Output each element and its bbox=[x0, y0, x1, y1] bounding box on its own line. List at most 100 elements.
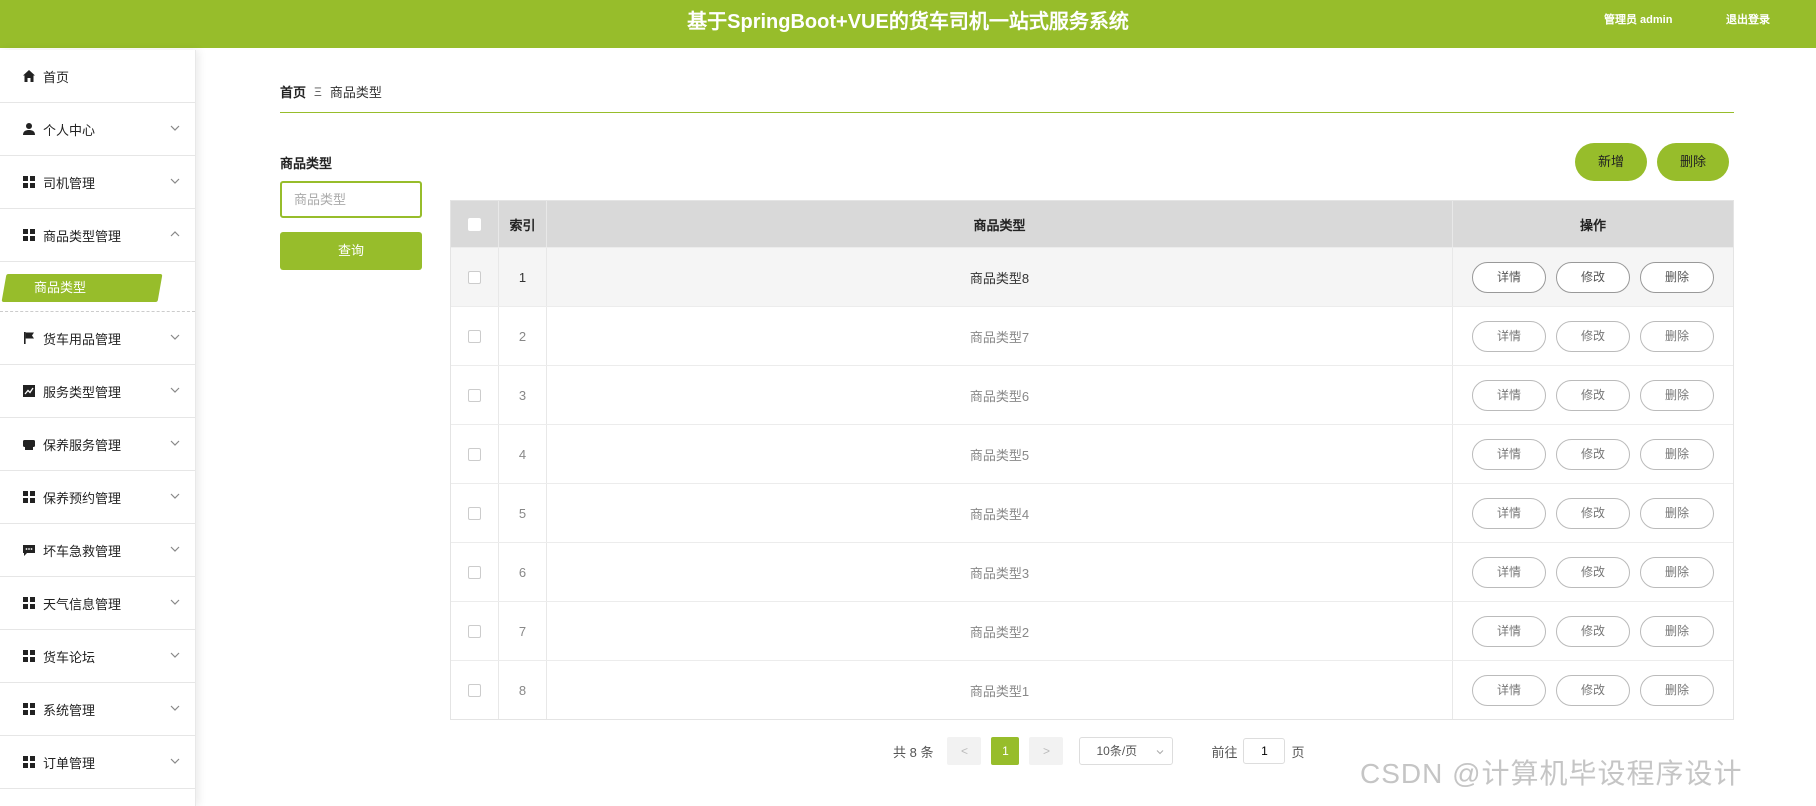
sidebar-item-truck-forum[interactable]: 货车论坛 bbox=[0, 630, 195, 683]
detail-button[interactable]: 详情 bbox=[1472, 379, 1546, 411]
delete-button[interactable]: 删除 bbox=[1640, 556, 1714, 588]
table-row: 5 商品类型4 详情 修改 删除 bbox=[451, 483, 1733, 542]
row-operations: 详情 修改 删除 bbox=[1453, 484, 1733, 542]
edit-button[interactable]: 修改 bbox=[1556, 438, 1630, 470]
detail-button[interactable]: 详情 bbox=[1472, 497, 1546, 529]
add-button[interactable]: 新增 bbox=[1575, 143, 1647, 181]
pagination: 共 8 条 < 1 > 10条/页 前往 页 bbox=[893, 737, 1305, 765]
sidebar-item-weather-info-management[interactable]: 天气信息管理 bbox=[0, 577, 195, 630]
edit-button[interactable]: 修改 bbox=[1556, 379, 1630, 411]
page-size-select[interactable]: 10条/页 bbox=[1079, 737, 1174, 765]
sidebar-item-home[interactable]: 首页 bbox=[0, 50, 195, 103]
row-goods-type: 商品类型8 bbox=[547, 248, 1453, 306]
home-icon bbox=[22, 69, 36, 83]
row-checkbox[interactable] bbox=[468, 683, 481, 697]
chat-icon bbox=[22, 543, 36, 557]
detail-button[interactable]: 详情 bbox=[1472, 261, 1546, 293]
sidebar-item-label: 天气信息管理 bbox=[43, 596, 122, 612]
sidebar-item-service-type-management[interactable]: 服务类型管理 bbox=[0, 365, 195, 418]
row-operations: 详情 修改 删除 bbox=[1453, 425, 1733, 483]
row-checkbox[interactable] bbox=[468, 624, 481, 638]
row-goods-type: 商品类型7 bbox=[547, 307, 1453, 365]
edit-button[interactable]: 修改 bbox=[1556, 615, 1630, 647]
edit-button[interactable]: 修改 bbox=[1556, 320, 1630, 352]
row-operations: 详情 修改 删除 bbox=[1453, 661, 1733, 719]
row-checkbox-cell bbox=[451, 661, 499, 719]
row-operations: 详情 修改 删除 bbox=[1453, 366, 1733, 424]
sidebar-item-truck-supplies-management[interactable]: 货车用品管理 bbox=[0, 312, 195, 365]
chevron-up-icon bbox=[170, 231, 180, 237]
row-checkbox[interactable] bbox=[468, 329, 481, 343]
goto-page-input[interactable] bbox=[1243, 738, 1286, 764]
sidebar: 首页 个人中心 司机管理 商品类型管理 商品类型 货车用品管理 服务类型管理 保… bbox=[0, 50, 196, 806]
sidebar-item-system-management[interactable]: 系统管理 bbox=[0, 683, 195, 736]
delete-button[interactable]: 删除 bbox=[1640, 615, 1714, 647]
search-button[interactable]: 查询 bbox=[280, 232, 422, 270]
edit-button[interactable]: 修改 bbox=[1556, 674, 1630, 706]
grid-icon bbox=[22, 228, 36, 242]
row-checkbox-cell bbox=[451, 425, 499, 483]
delete-button[interactable]: 删除 bbox=[1640, 320, 1714, 352]
sidebar-item-goods-type-management[interactable]: 商品类型管理 bbox=[0, 209, 195, 262]
row-checkbox[interactable] bbox=[468, 506, 481, 520]
prev-page-button[interactable]: < bbox=[947, 737, 982, 765]
breadcrumb-current: 商品类型 bbox=[329, 85, 382, 100]
grid-icon bbox=[22, 175, 36, 189]
header-goods-type: 商品类型 bbox=[547, 201, 1453, 247]
delete-button[interactable]: 删除 bbox=[1640, 674, 1714, 706]
delete-button[interactable]: 删除 bbox=[1640, 438, 1714, 470]
row-checkbox[interactable] bbox=[468, 270, 481, 284]
sidebar-item-order-management[interactable]: 订单管理 bbox=[0, 736, 195, 789]
detail-button[interactable]: 详情 bbox=[1472, 320, 1546, 352]
row-checkbox[interactable] bbox=[468, 388, 481, 402]
logout-link[interactable]: 退出登录 bbox=[1726, 0, 1770, 40]
edit-button[interactable]: 修改 bbox=[1556, 497, 1630, 529]
goods-type-table: 索引 商品类型 操作 1 商品类型8 详情 修改 删除 2 商品类型7 详情 修… bbox=[450, 200, 1734, 720]
sidebar-item-breakdown-rescue-management[interactable]: 坏车急救管理 bbox=[0, 524, 195, 577]
sidebar-item-personal-center[interactable]: 个人中心 bbox=[0, 103, 195, 156]
row-checkbox-cell bbox=[451, 248, 499, 306]
page-number-button[interactable]: 1 bbox=[991, 737, 1020, 765]
grid-icon bbox=[22, 596, 36, 610]
next-page-button[interactable]: > bbox=[1029, 737, 1064, 765]
table-row: 3 商品类型6 详情 修改 删除 bbox=[451, 365, 1733, 424]
header-index: 索引 bbox=[499, 201, 547, 247]
row-checkbox[interactable] bbox=[468, 565, 481, 579]
detail-button[interactable]: 详情 bbox=[1472, 556, 1546, 588]
watermark: CSDN @计算机毕设程序设计 bbox=[1360, 758, 1743, 789]
detail-button[interactable]: 详情 bbox=[1472, 438, 1546, 470]
row-goods-type: 商品类型1 bbox=[547, 661, 1453, 719]
table-row: 1 商品类型8 详情 修改 删除 bbox=[451, 247, 1733, 306]
sidebar-item-label: 司机管理 bbox=[43, 175, 96, 191]
edit-button[interactable]: 修改 bbox=[1556, 261, 1630, 293]
sidebar-item-maintenance-service-management[interactable]: 保养服务管理 bbox=[0, 418, 195, 471]
delete-button[interactable]: 删除 bbox=[1640, 497, 1714, 529]
row-operations: 详情 修改 删除 bbox=[1453, 602, 1733, 660]
batch-delete-button[interactable]: 删除 bbox=[1657, 143, 1729, 181]
detail-button[interactable]: 详情 bbox=[1472, 674, 1546, 706]
current-user: 管理员 admin bbox=[1604, 14, 1673, 26]
sidebar-item-maintenance-booking-management[interactable]: 保养预约管理 bbox=[0, 471, 195, 524]
row-operations: 详情 修改 删除 bbox=[1453, 248, 1733, 306]
detail-button[interactable]: 详情 bbox=[1472, 615, 1546, 647]
edit-button[interactable]: 修改 bbox=[1556, 556, 1630, 588]
sidebar-item-driver-management[interactable]: 司机管理 bbox=[0, 156, 195, 209]
row-index: 4 bbox=[499, 425, 547, 483]
row-goods-type: 商品类型6 bbox=[547, 366, 1453, 424]
select-all-checkbox[interactable] bbox=[468, 217, 481, 231]
search-input[interactable] bbox=[280, 181, 422, 218]
chevron-down-icon bbox=[170, 758, 180, 764]
goto-suffix: 页 bbox=[1291, 744, 1305, 760]
row-checkbox-cell bbox=[451, 366, 499, 424]
breadcrumb-home[interactable]: 首页 bbox=[280, 82, 306, 101]
sidebar-subitem-goods-type[interactable]: 商品类型 bbox=[34, 274, 86, 302]
row-index: 2 bbox=[499, 307, 547, 365]
delete-button[interactable]: 删除 bbox=[1640, 379, 1714, 411]
sidebar-item-label: 首页 bbox=[43, 69, 70, 85]
search-label: 商品类型 bbox=[280, 156, 333, 171]
pagination-total: 共 8 条 bbox=[893, 744, 934, 760]
row-checkbox[interactable] bbox=[468, 447, 481, 461]
delete-button[interactable]: 删除 bbox=[1640, 261, 1714, 293]
chevron-down-icon bbox=[170, 178, 180, 184]
chevron-down-icon bbox=[1157, 750, 1164, 755]
